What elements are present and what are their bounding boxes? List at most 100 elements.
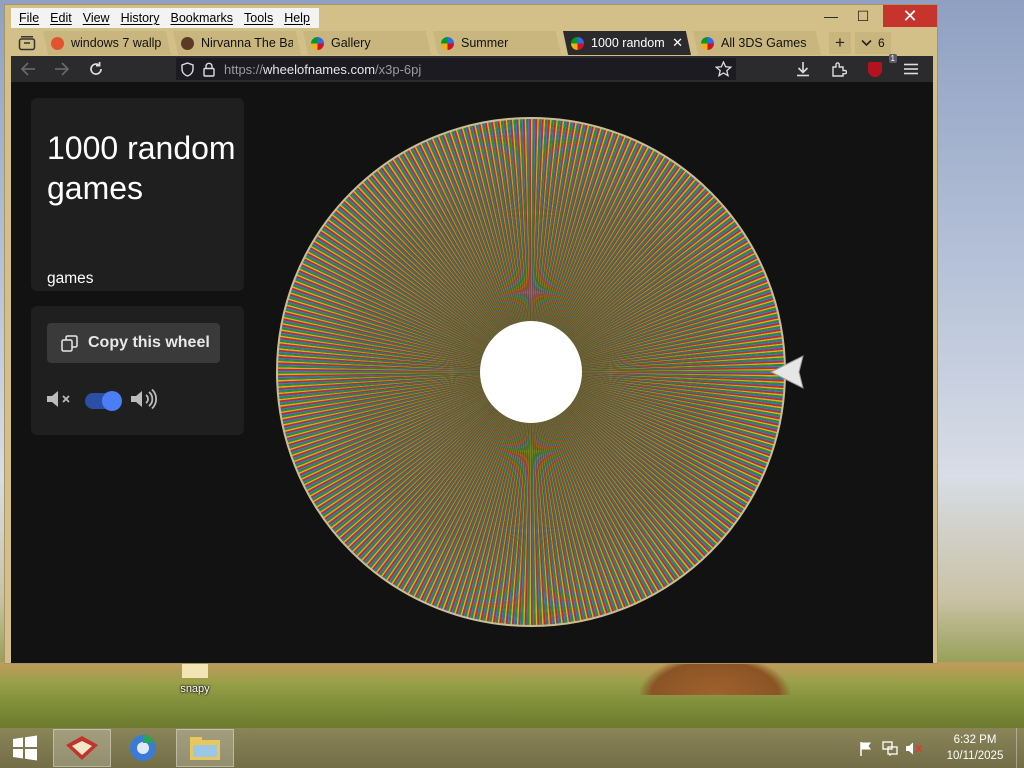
menu-history[interactable]: History [116, 11, 166, 25]
ublock-badge: 1 [888, 54, 897, 63]
tab-favicon-icon [311, 36, 324, 50]
tab-favicon-icon [571, 36, 584, 50]
network-icon[interactable] [878, 740, 902, 756]
tab-strip: windows 7 wallp Nirvanna The Ba Gallery … [11, 30, 933, 56]
taskbar-clock[interactable]: 6:32 PM 10/11/2025 [934, 732, 1016, 764]
arrow-left-icon [20, 62, 35, 76]
extensions-button[interactable] [821, 56, 857, 82]
url-bar[interactable]: https://wheelofnames.com/x3p-6pj [176, 58, 736, 80]
taskbar-explorer-app[interactable] [176, 729, 234, 767]
menu-file[interactable]: File [14, 11, 45, 25]
tab-count-value: 6 [878, 36, 885, 50]
menu-tools[interactable]: Tools [239, 11, 279, 25]
windows-logo-icon [13, 735, 37, 761]
browser-app-icon [66, 736, 98, 760]
desktop-ground [0, 662, 1024, 728]
toggle-knob [102, 391, 122, 411]
show-desktop-button[interactable] [1016, 728, 1024, 768]
tab-favicon-icon [51, 36, 64, 50]
tab-gallery[interactable]: Gallery [303, 31, 431, 55]
tab-title: All 3DS Games [721, 36, 807, 50]
wheel-tools-card: Copy this wheel [31, 306, 244, 435]
browser-window: File Edit View History Bookmarks Tools H… [4, 4, 938, 664]
wheel-info-card: 1000 random games games [31, 98, 244, 291]
ublock-shield-icon [868, 61, 882, 77]
taskbar-browser-app[interactable] [53, 729, 111, 767]
chrome-app-icon [130, 735, 156, 761]
sound-toggle[interactable] [85, 391, 122, 411]
menu-bookmarks[interactable]: Bookmarks [165, 11, 239, 25]
ublock-button[interactable]: 1 [857, 54, 897, 82]
minimize-button[interactable]: — [815, 5, 847, 27]
maximize-button[interactable]: ☐ [847, 5, 879, 27]
tab-title: 1000 random [591, 36, 665, 50]
tab-favicon-icon [441, 36, 454, 50]
copy-wheel-button[interactable]: Copy this wheel [47, 323, 220, 363]
taskbar-chrome-app[interactable] [114, 729, 172, 767]
tab-title: windows 7 wallp [71, 36, 162, 50]
tab-nirvanna[interactable]: Nirvanna The Ba [173, 31, 301, 55]
wheel-description: games [47, 270, 94, 287]
copy-icon [61, 334, 78, 352]
taskbar: 6:32 PM 10/11/2025 [0, 728, 1024, 768]
menu-help[interactable]: Help [279, 11, 316, 25]
puzzle-icon [832, 62, 847, 77]
tab-title: Gallery [331, 36, 371, 50]
menu-bar: File Edit View History Bookmarks Tools H… [11, 8, 319, 28]
back-button[interactable] [11, 56, 45, 82]
action-center-flag-icon[interactable] [854, 741, 878, 756]
desktop-shortcut-snapy[interactable]: snapy [170, 660, 220, 702]
lock-icon[interactable] [198, 62, 220, 77]
wheel-center-hub[interactable] [480, 321, 582, 423]
tab-count-button[interactable]: 6 [855, 32, 891, 54]
sound-controls [45, 388, 161, 415]
volume-up-icon[interactable] [129, 388, 161, 415]
new-tab-button[interactable]: + [829, 32, 851, 54]
window-controls: — ☐ ✕ [815, 5, 937, 27]
wheel-title: 1000 random games [47, 130, 236, 206]
clock-time: 6:32 PM [953, 734, 997, 746]
url-host: wheelofnames.com [263, 61, 376, 77]
bookmark-star-icon[interactable] [712, 61, 734, 77]
file-explorer-icon [190, 737, 220, 760]
wheel-pointer-icon [769, 355, 804, 389]
close-tab-icon[interactable]: ✕ [672, 35, 683, 51]
close-icon: ✕ [902, 5, 918, 26]
chevron-down-icon [861, 39, 872, 47]
system-tray: 6:32 PM 10/11/2025 [854, 728, 1024, 768]
copy-wheel-label: Copy this wheel [88, 334, 210, 351]
start-button[interactable] [0, 728, 50, 768]
wheel-graphic[interactable] [275, 116, 787, 628]
desktop-shortcut-label: snapy [180, 683, 210, 695]
tab-summer[interactable]: Summer [433, 31, 561, 55]
close-window-button[interactable]: ✕ [883, 5, 937, 27]
plus-icon: + [835, 33, 845, 52]
arrow-right-icon [55, 62, 70, 76]
tab-all-3ds-games[interactable]: All 3DS Games [693, 31, 821, 55]
tab-favicon-icon [181, 36, 194, 50]
downloads-button[interactable] [785, 56, 821, 82]
spin-wheel[interactable] [275, 116, 804, 628]
menu-edit[interactable]: Edit [45, 11, 78, 25]
volume-muted-icon[interactable] [902, 741, 926, 756]
shield-icon[interactable] [176, 61, 198, 77]
tab-windows-7-wallpaper[interactable]: windows 7 wallp [43, 31, 171, 55]
tab-favicon-icon [701, 36, 714, 50]
url-text[interactable]: https://wheelofnames.com/x3p-6pj [224, 62, 421, 77]
tab-1000-random[interactable]: 1000 random ✕ [563, 31, 691, 55]
download-icon [797, 62, 809, 77]
clock-date: 10/11/2025 [946, 750, 1004, 762]
url-scheme: https:// [224, 61, 264, 77]
maximize-icon: ☐ [856, 7, 870, 24]
menu-view[interactable]: View [78, 11, 116, 25]
app-menu-button[interactable] [893, 56, 929, 82]
list-all-tabs-button[interactable] [11, 30, 43, 56]
forward-button[interactable] [45, 56, 79, 82]
navigation-bar: https://wheelofnames.com/x3p-6pj 1 [11, 54, 933, 82]
mute-icon[interactable] [45, 388, 75, 415]
reload-button[interactable] [79, 56, 113, 82]
reload-icon [90, 62, 102, 75]
minimize-icon: — [824, 8, 838, 24]
tab-title: Summer [461, 36, 509, 50]
page-content: 1000 random games games Copy this wheel [11, 82, 933, 663]
